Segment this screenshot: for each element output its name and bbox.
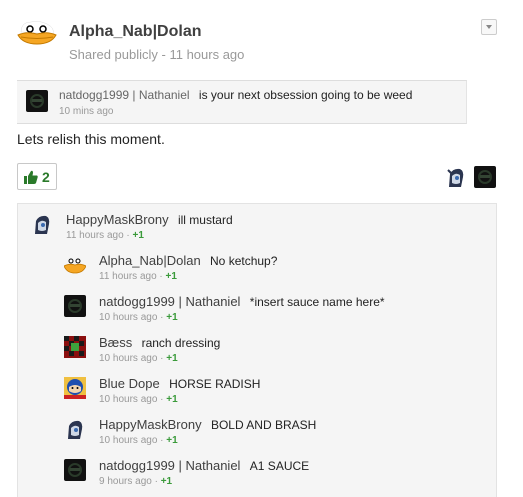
comment-plus-one[interactable]: +1	[133, 230, 144, 241]
comment-time[interactable]: 10 hours ago	[99, 394, 157, 405]
comment-plus-one[interactable]: +1	[161, 476, 172, 487]
duck-avatar[interactable]	[17, 18, 57, 48]
comment-line: Bæss ranch dressing	[99, 335, 220, 350]
plus-one-button[interactable]: 2	[17, 163, 57, 190]
comment-meta: 10 hours ago · +1	[99, 435, 178, 446]
comment-author[interactable]: Alpha_Nab|Dolan	[99, 253, 201, 268]
comment-line: natdogg1999 | Nathaniel *insert sauce na…	[99, 294, 385, 309]
comment-author[interactable]: natdogg1999 | Nathaniel	[99, 458, 240, 473]
duck-avatar[interactable]	[64, 254, 86, 276]
comment-plus-one[interactable]: +1	[166, 435, 177, 446]
shared-publicly-label: Shared publicly	[69, 47, 158, 62]
post-card: Alpha_Nab|Dolan Shared publicly - 11 hou…	[0, 0, 523, 497]
comment-time[interactable]: 10 hours ago	[99, 312, 157, 323]
reshare-time[interactable]: 10 mins ago	[59, 106, 113, 117]
comment-time[interactable]: 9 hours ago	[99, 476, 152, 487]
post-visibility-time: Shared publicly - 11 hours ago	[69, 47, 244, 62]
comment-time[interactable]: 11 hours ago	[99, 271, 157, 282]
comment-author[interactable]: Blue Dope	[99, 376, 160, 391]
dark-avatar[interactable]	[474, 166, 496, 188]
comment-time[interactable]: 11 hours ago	[66, 230, 124, 241]
comment-text: HORSE RADISH	[169, 377, 261, 391]
comment-line: HappyMaskBrony BOLD AND BRASH	[99, 417, 316, 432]
plus-one-count: 2	[42, 169, 50, 185]
comment-text: No ketchup?	[210, 254, 278, 268]
pony-avatar[interactable]	[31, 213, 53, 235]
reshare-author[interactable]: natdogg1999 | Nathaniel	[59, 88, 190, 102]
comment-line: Alpha_Nab|Dolan No ketchup?	[99, 253, 277, 268]
pony-avatar[interactable]	[445, 166, 467, 188]
comment-text: BOLD AND BRASH	[210, 418, 317, 432]
post-author-name[interactable]: Alpha_Nab|Dolan	[69, 23, 202, 41]
comment-text: ranch dressing	[141, 336, 221, 350]
comments-section: HappyMaskBrony ill mustard 11 hours ago …	[17, 203, 497, 497]
post-menu-button[interactable]	[481, 19, 497, 35]
dark-avatar[interactable]	[64, 295, 86, 317]
reshare-box: natdogg1999 | Nathaniel is your next obs…	[17, 80, 467, 124]
thumbs-up-icon	[24, 170, 38, 184]
comment-author[interactable]: HappyMaskBrony	[66, 212, 169, 227]
comment-text: ill mustard	[177, 213, 233, 227]
comment-meta: 10 hours ago · +1	[99, 312, 178, 323]
blue-avatar[interactable]	[64, 377, 86, 399]
red-check-avatar[interactable]	[64, 336, 86, 358]
comment-meta: 10 hours ago · +1	[99, 353, 178, 364]
comment-meta: 11 hours ago · +1	[66, 230, 144, 241]
comment-line: natdogg1999 | Nathaniel A1 SAUCE	[99, 458, 309, 473]
comment-author[interactable]: HappyMaskBrony	[99, 417, 202, 432]
comment-plus-one[interactable]: +1	[166, 312, 177, 323]
post-time[interactable]: 11 hours ago	[169, 47, 244, 62]
comment-time[interactable]: 10 hours ago	[99, 435, 157, 446]
post-body: Lets relish this moment.	[17, 131, 165, 147]
comment-text: A1 SAUCE	[249, 459, 310, 473]
comment-line: Blue Dope HORSE RADISH	[99, 376, 260, 391]
comment-text: *insert sauce name here*	[249, 295, 385, 309]
pony-avatar[interactable]	[64, 418, 86, 440]
comment-author[interactable]: natdogg1999 | Nathaniel	[99, 294, 240, 309]
comment-plus-one[interactable]: +1	[166, 394, 177, 405]
comment-meta: 11 hours ago · +1	[99, 271, 177, 282]
reshare-line: natdogg1999 | Nathaniel is your next obs…	[59, 88, 412, 102]
comment-meta: 10 hours ago · +1	[99, 394, 178, 405]
dark-avatar[interactable]	[64, 459, 86, 481]
comment-author[interactable]: Bæss	[99, 335, 132, 350]
comment-plus-one[interactable]: +1	[166, 271, 177, 282]
comment-line: HappyMaskBrony ill mustard	[66, 212, 233, 227]
comment-time[interactable]: 10 hours ago	[99, 353, 157, 364]
comment-plus-one[interactable]: +1	[166, 353, 177, 364]
dark-avatar[interactable]	[26, 90, 48, 112]
reshare-text: is your next obsession going to be weed	[198, 88, 413, 102]
comment-meta: 9 hours ago · +1	[99, 476, 172, 487]
